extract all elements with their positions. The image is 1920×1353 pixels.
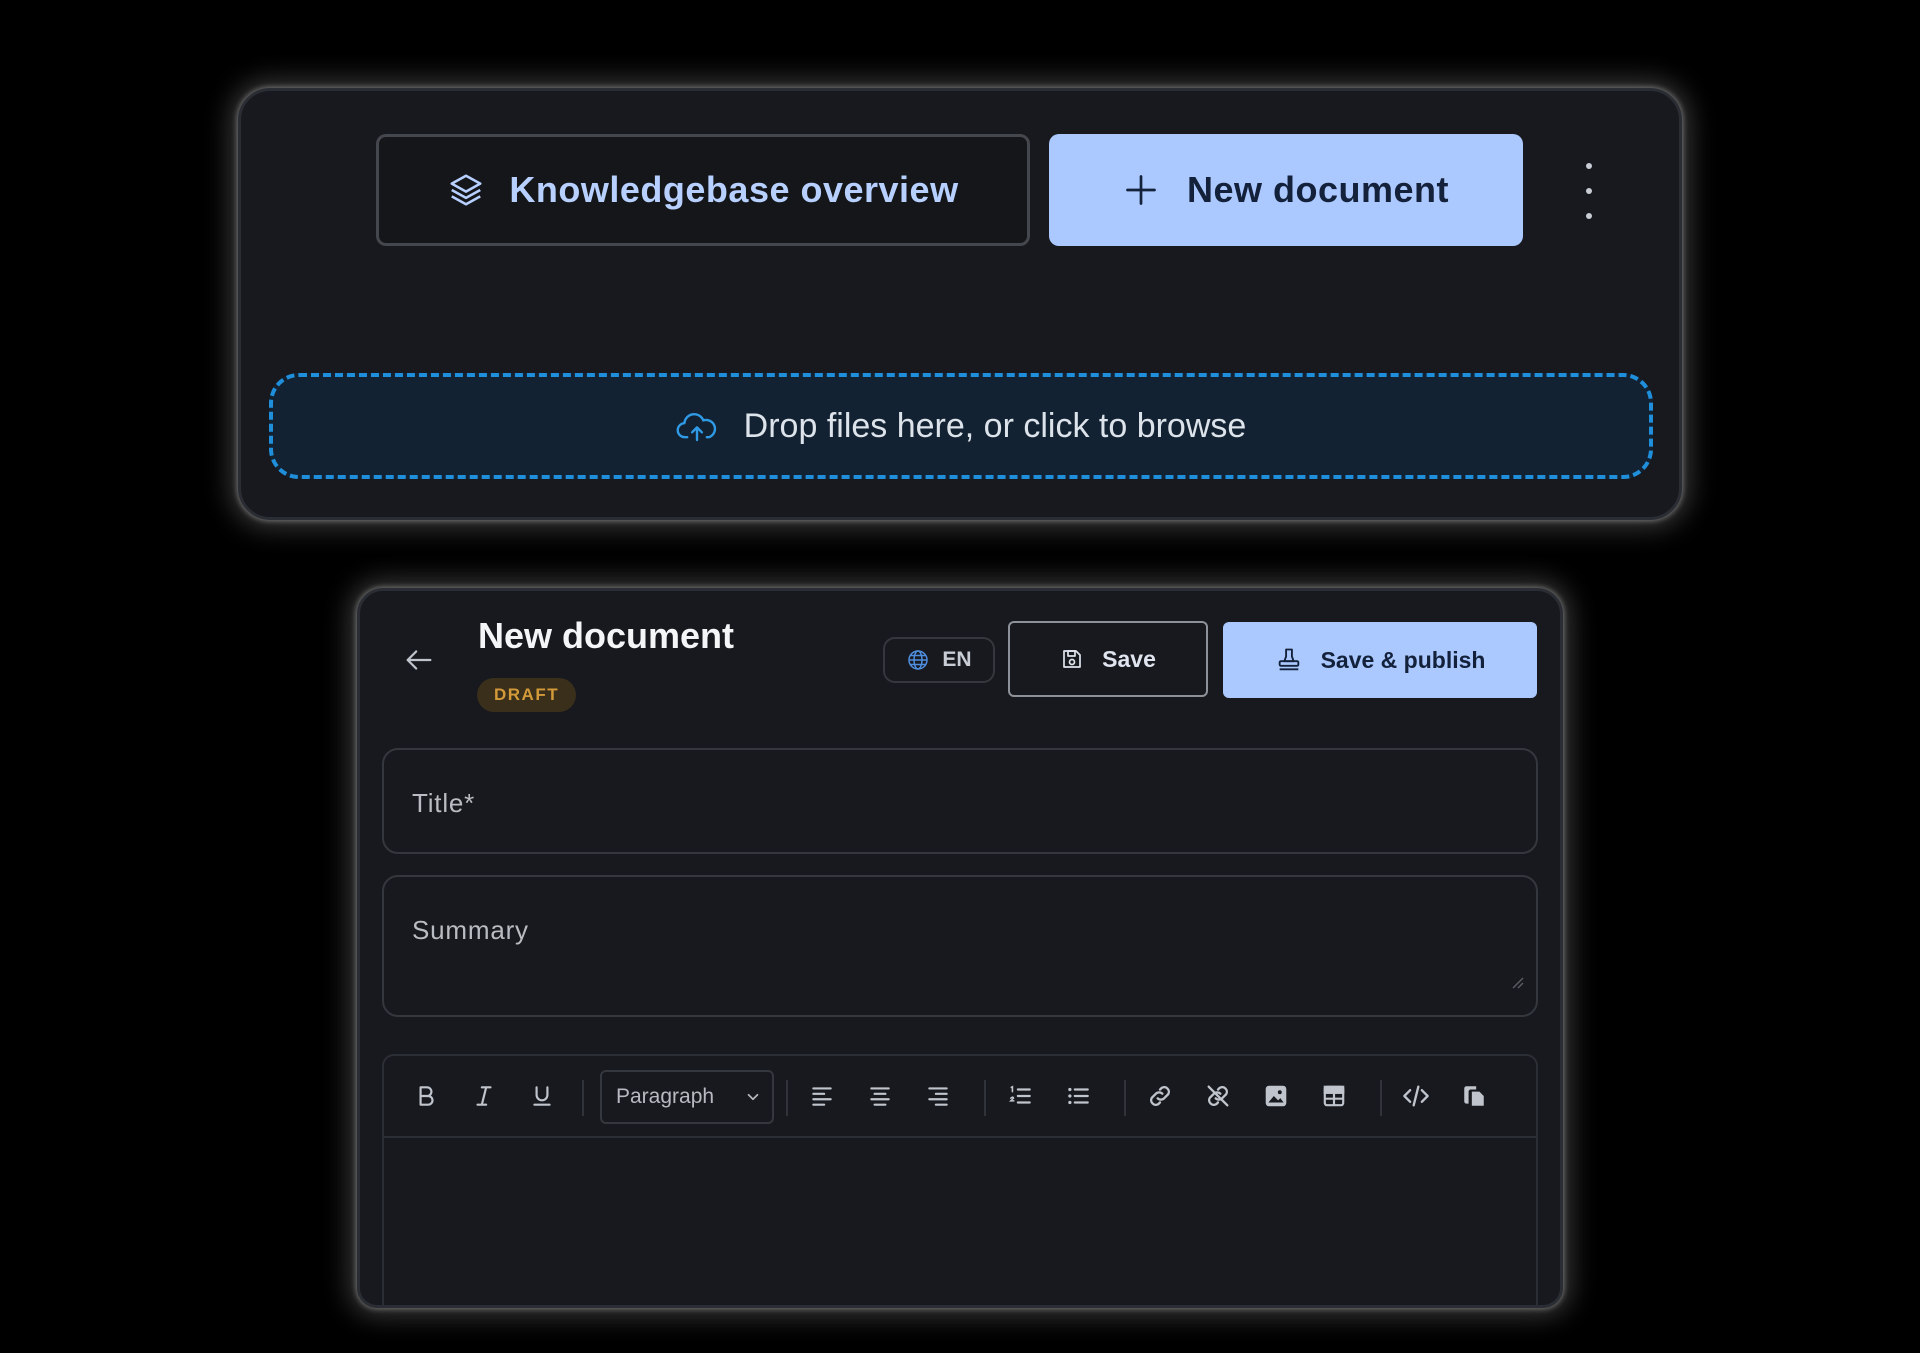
block-format-select[interactable]: Paragraph	[600, 1070, 774, 1124]
italic-icon[interactable]	[464, 1076, 504, 1116]
dropzone-label: Drop files here, or click to browse	[743, 406, 1247, 445]
table-icon[interactable]	[1314, 1076, 1354, 1116]
document-editor-card: New document DRAFT EN Save Save & publis…	[357, 588, 1563, 1308]
image-icon[interactable]	[1256, 1076, 1296, 1116]
status-badge: DRAFT	[477, 678, 577, 712]
align-left-icon[interactable]	[802, 1076, 842, 1116]
align-center-icon[interactable]	[860, 1076, 900, 1116]
stamp-icon	[1275, 646, 1303, 674]
plus-icon	[1123, 172, 1159, 208]
save-label: Save	[1102, 645, 1156, 672]
underline-icon[interactable]	[522, 1076, 562, 1116]
save-button[interactable]: Save	[1008, 621, 1208, 697]
unlink-icon[interactable]	[1198, 1076, 1238, 1116]
paste-icon[interactable]	[1454, 1076, 1494, 1116]
new-document-label: New document	[1186, 169, 1450, 210]
save-and-publish-label: Save & publish	[1320, 646, 1486, 673]
code-icon[interactable]	[1396, 1076, 1436, 1116]
language-label: EN	[942, 648, 972, 671]
align-right-icon[interactable]	[918, 1076, 958, 1116]
cloud-upload-icon	[676, 409, 718, 443]
title-placeholder: Title*	[412, 788, 476, 818]
knowledgebase-overview-label: Knowledgebase overview	[509, 169, 959, 210]
summary-field[interactable]: Summary	[382, 875, 1538, 1017]
bold-icon[interactable]	[406, 1076, 446, 1116]
save-and-publish-button[interactable]: Save & publish	[1223, 622, 1537, 698]
ordered-list-icon[interactable]	[1000, 1076, 1040, 1116]
rich-text-editor[interactable]: Paragraph	[382, 1054, 1538, 1305]
editor-toolbar: Paragraph	[384, 1056, 1536, 1138]
bullet-list-icon[interactable]	[1058, 1076, 1098, 1116]
knowledgebase-overview-button[interactable]: Knowledgebase overview	[376, 134, 1030, 246]
resize-handle-icon[interactable]	[1508, 973, 1524, 989]
more-vertical-icon[interactable]	[1577, 163, 1601, 219]
chevron-down-icon	[744, 1088, 762, 1106]
summary-placeholder: Summary	[412, 915, 529, 945]
language-selector[interactable]: EN	[883, 637, 995, 683]
block-format-value: Paragraph	[616, 1085, 715, 1108]
new-document-button[interactable]: New document	[1049, 134, 1523, 246]
globe-icon	[906, 648, 930, 672]
floppy-disk-icon	[1060, 647, 1084, 671]
link-icon[interactable]	[1140, 1076, 1180, 1116]
page-title: New document	[478, 615, 735, 656]
layers-icon	[447, 171, 485, 209]
file-dropzone[interactable]: Drop files here, or click to browse	[269, 373, 1653, 479]
knowledgebase-header-card: Knowledgebase overview New document Drop…	[238, 88, 1682, 520]
back-arrow-icon[interactable]	[402, 643, 436, 677]
title-field[interactable]: Title*	[382, 748, 1538, 854]
